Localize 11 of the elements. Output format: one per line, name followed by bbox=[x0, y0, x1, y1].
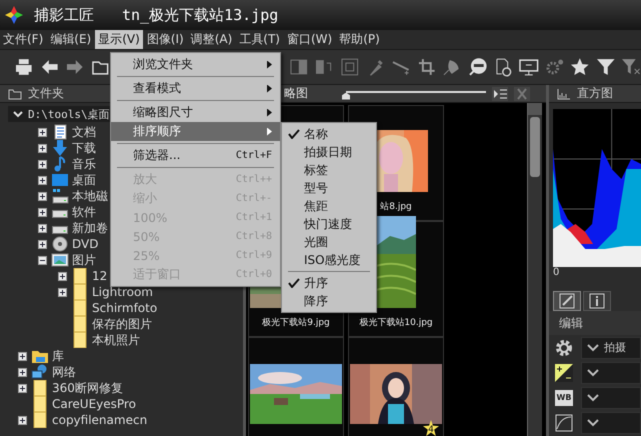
panel-title: 文件夹 bbox=[28, 85, 64, 102]
axis-label: 0 bbox=[552, 267, 560, 280]
window-title: tn_极光下载站13.jpg bbox=[122, 6, 278, 24]
panel-title: 略图 bbox=[284, 85, 308, 102]
shortcut-label: Ctrl+F bbox=[236, 150, 272, 161]
section-title: 编辑 bbox=[559, 314, 583, 332]
thumbnail-caption: 极光下载站10.jpg bbox=[359, 316, 433, 329]
app-name: 捕影工匠 bbox=[34, 6, 94, 24]
panel-title: 直方图 bbox=[577, 85, 613, 102]
thumbnail-caption: 站8.jpg bbox=[380, 200, 412, 213]
thumbnail-caption: 极光下载站9.jpg bbox=[262, 316, 330, 329]
